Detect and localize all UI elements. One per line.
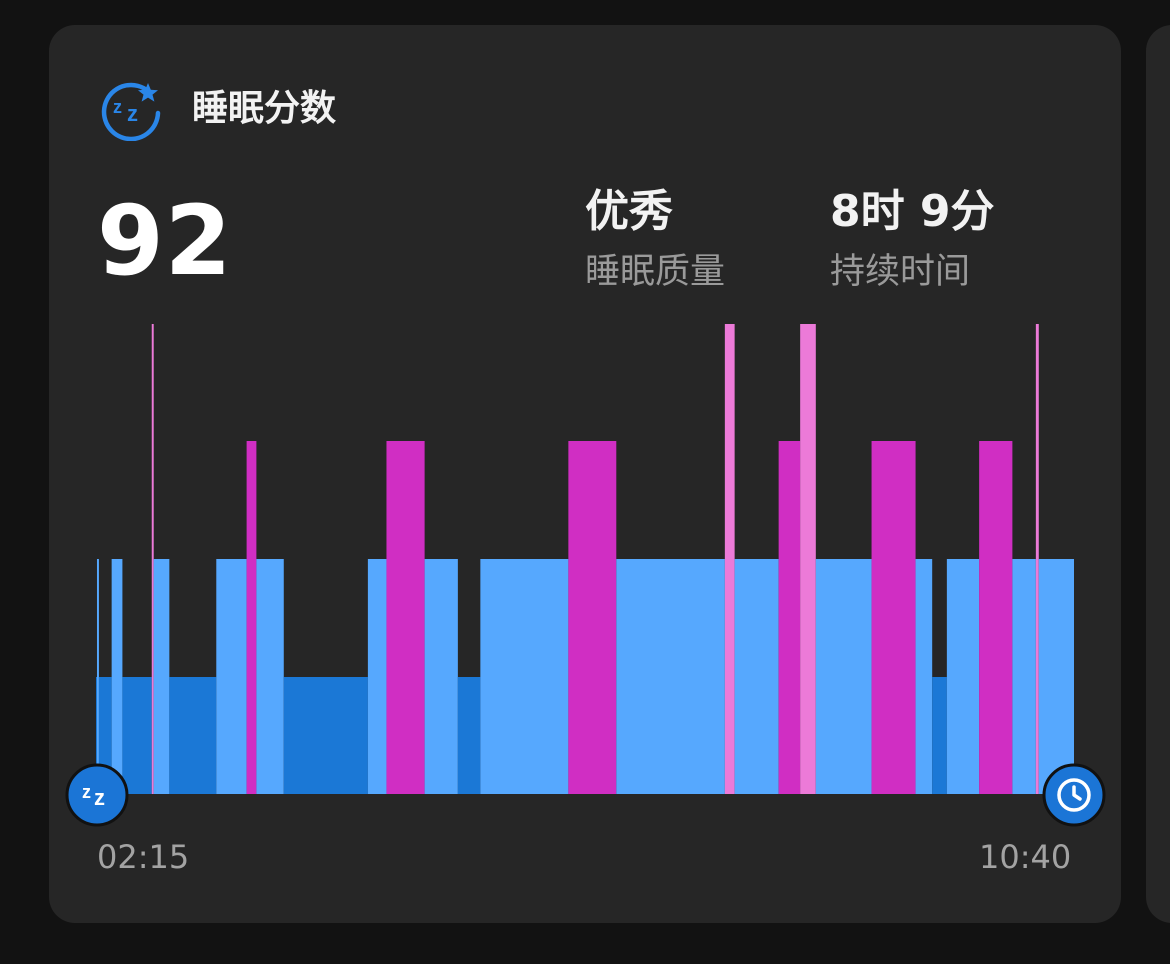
- stage-segment-rem: [871, 441, 916, 794]
- stage-segment-light: [153, 559, 170, 794]
- stage-segment-light: [216, 559, 247, 794]
- stage-segment-deep: [932, 677, 947, 794]
- stage-segment-awake: [800, 324, 816, 794]
- stage-segment-light: [367, 559, 387, 794]
- sleep-stage-chart: [96, 324, 1074, 794]
- sleep-zz-icon: z z: [65, 763, 129, 827]
- stage-segment-rem: [979, 441, 1013, 794]
- stage-segment-light: [946, 559, 980, 794]
- sleep-score-screen: z z 睡眠分数 92 优秀 睡眠质量 8时 9分 持续时间 z z 02:15…: [0, 0, 1170, 964]
- stage-segment-light: [480, 559, 569, 794]
- stage-segment-awake: [724, 324, 735, 794]
- stage-segment-light: [424, 559, 458, 794]
- stage-segment-light: [1012, 559, 1036, 794]
- stage-segment-deep: [457, 677, 481, 794]
- sleep-end-time: 10:40: [979, 838, 1072, 876]
- stage-segment-light: [256, 559, 284, 794]
- stage-segment-light: [111, 559, 123, 794]
- stage-segment-light: [915, 559, 933, 794]
- stage-segment-deep: [169, 677, 217, 794]
- stage-segment-light: [96, 559, 99, 794]
- stage-segment-rem: [246, 441, 257, 794]
- stage-segment-awake: [151, 324, 154, 794]
- stage-segment-light: [616, 559, 725, 794]
- stage-segment-rem: [386, 441, 425, 794]
- stage-segment-rem: [778, 441, 801, 794]
- stage-segment-rem: [568, 441, 617, 794]
- stage-segment-deep: [283, 677, 368, 794]
- svg-text:z: z: [94, 785, 105, 810]
- stage-segment-awake: [1035, 324, 1039, 794]
- stage-segment-light: [815, 559, 872, 794]
- alarm-clock-icon: [1042, 763, 1106, 827]
- stage-segment-light: [734, 559, 779, 794]
- svg-text:z: z: [82, 782, 91, 802]
- sleep-start-time: 02:15: [97, 838, 190, 876]
- stage-segment-light: [1038, 559, 1074, 794]
